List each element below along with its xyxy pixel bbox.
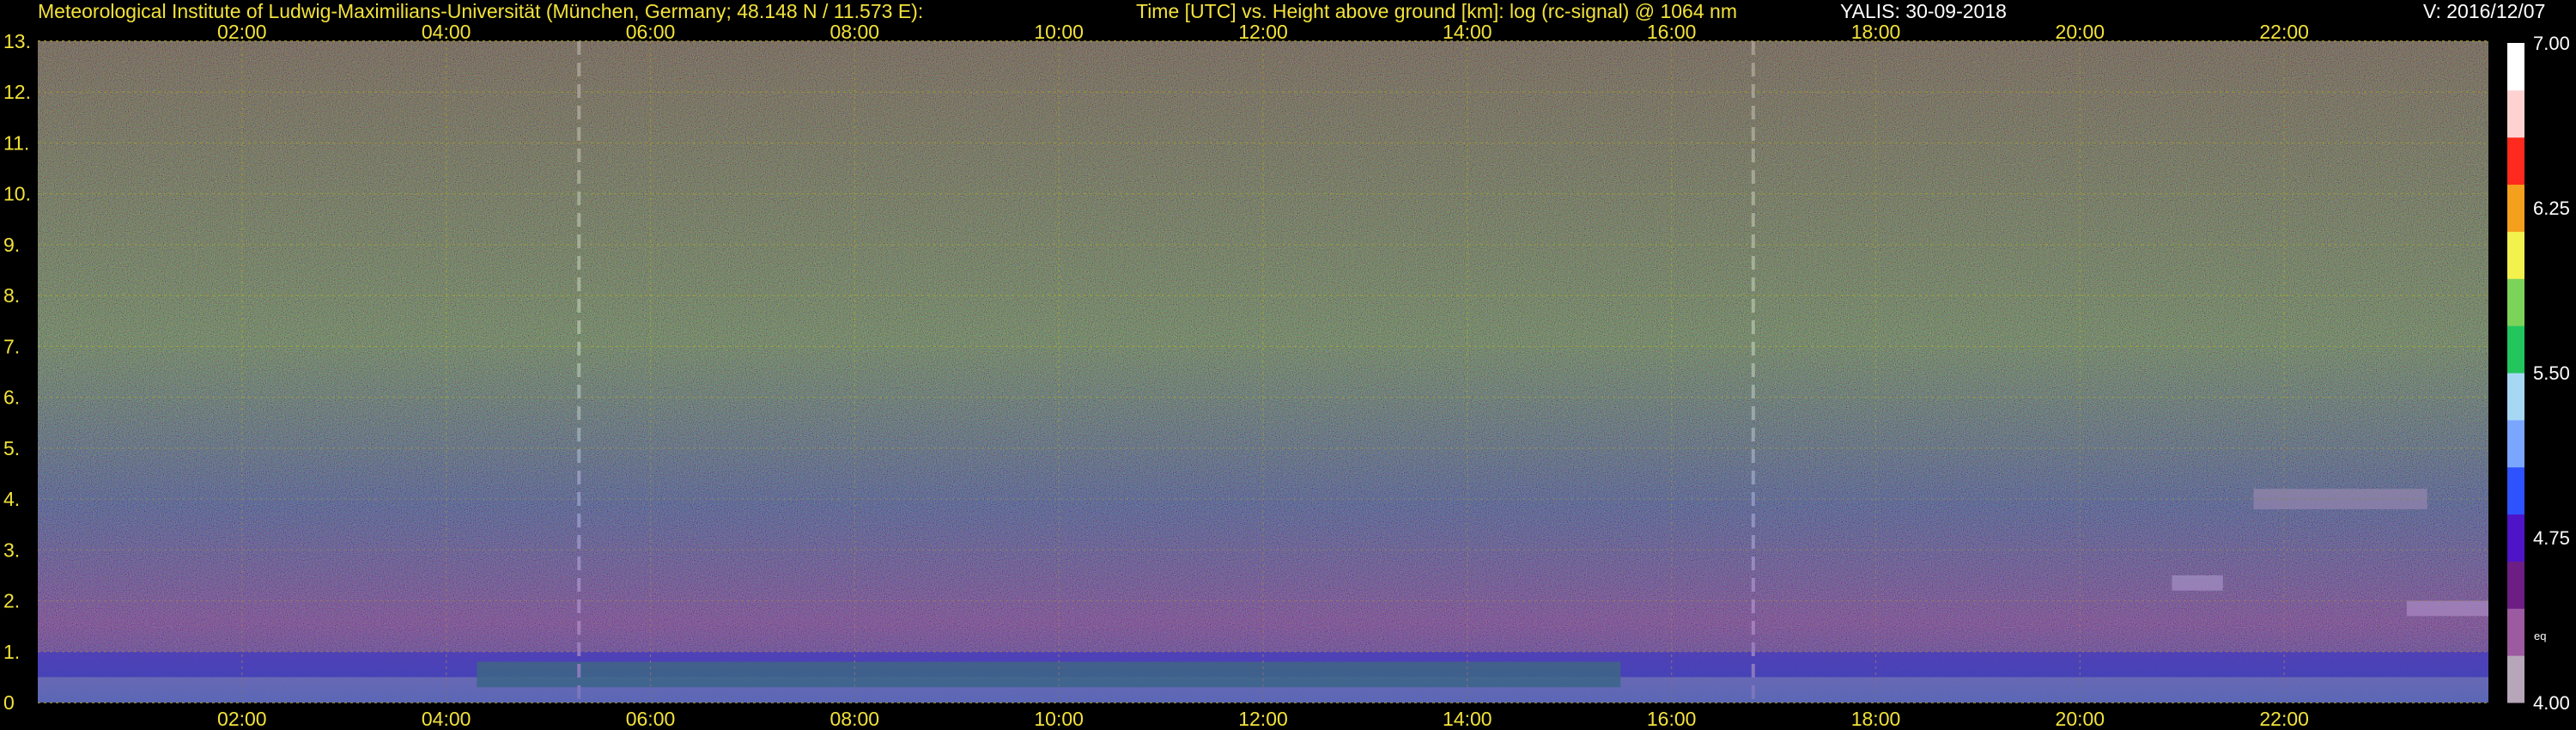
x-tick-label-top: 22:00 (2259, 21, 2309, 43)
colorbar-segment (2507, 373, 2524, 421)
colorbar-unit-label: eq (2534, 630, 2546, 642)
colorbar-segment (2507, 325, 2524, 374)
colorbar-tick-label: 7.00 (2533, 33, 2570, 54)
y-tick-label: 3. (3, 538, 20, 561)
x-tick-label-bottom: 22:00 (2259, 708, 2309, 730)
colorbar-segment (2507, 184, 2524, 232)
plot-title: Time [UTC] vs. Height above ground [km]:… (1136, 0, 1737, 22)
x-tick-label-top: 12:00 (1238, 21, 1288, 43)
y-tick-label: 12. (3, 81, 31, 103)
colorbar-segment (2507, 137, 2524, 186)
colorbar-tick-label: 6.25 (2533, 198, 2570, 219)
x-tick-label-bottom: 06:00 (626, 708, 676, 730)
colorbar-tick-label: 4.00 (2533, 692, 2570, 714)
colorbar-segment (2507, 419, 2524, 468)
colorbar-segment (2507, 655, 2524, 703)
colorbar-segment (2507, 278, 2524, 326)
x-tick-label-bottom: 18:00 (1851, 708, 1901, 730)
colorbar-segment (2507, 231, 2524, 279)
x-tick-label-top: 08:00 (830, 21, 880, 43)
x-tick-label-bottom: 10:00 (1034, 708, 1084, 730)
y-tick-label: 9. (3, 234, 20, 256)
x-tick-label-bottom: 04:00 (422, 708, 471, 730)
x-tick-label-top: 14:00 (1443, 21, 1492, 43)
institute-label: Meteorological Institute of Ludwig-Maxim… (38, 0, 924, 22)
colorbar-segment (2507, 466, 2524, 515)
x-tick-label-top: 20:00 (2056, 21, 2105, 43)
colorbar-segment (2507, 561, 2524, 609)
x-tick-label-top: 04:00 (422, 21, 471, 43)
x-tick-label-top: 10:00 (1034, 21, 1084, 43)
x-tick-label-top: 16:00 (1647, 21, 1697, 43)
height-tint (38, 41, 2488, 703)
x-tick-label-bottom: 02:00 (217, 708, 267, 730)
lidar-chart: 02:00 04:00 06:00 08:00 10:00 12:00 14:00 16:00… (0, 0, 2576, 730)
x-tick-label-bottom: 20:00 (2056, 708, 2105, 730)
colorbar-segment (2507, 514, 2524, 562)
y-tick-label: 1. (3, 641, 20, 663)
x-tick-label-bottom: 08:00 (830, 708, 880, 730)
instrument-date: YALIS: 30-09-2018 (1840, 0, 2007, 22)
y-tick-label: 13. (3, 30, 31, 52)
colorbar-segment (2507, 608, 2524, 656)
version-label: V: 2016/12/07 (2423, 0, 2546, 22)
x-tick-label-bottom: 12:00 (1238, 708, 1288, 730)
y-tick-label: 5. (3, 437, 20, 459)
plot-area (38, 40, 2488, 703)
y-tick-label: 7. (3, 335, 20, 357)
x-tick-label-bottom: 16:00 (1647, 708, 1697, 730)
x-tick-label-top: 02:00 (217, 21, 267, 43)
colorbar-tick-label: 5.50 (2533, 362, 2570, 384)
y-tick-label: 8. (3, 284, 20, 307)
x-tick-label-top: 18:00 (1851, 21, 1901, 43)
y-tick-label: 10. (3, 183, 31, 205)
colorbar-segment (2507, 43, 2524, 91)
x-tick-label-bottom: 14:00 (1443, 708, 1492, 730)
x-tick-label-top: 06:00 (626, 21, 676, 43)
y-tick-label: 2. (3, 590, 20, 612)
colorbar-segment (2507, 89, 2524, 138)
y-tick-label: 0 (3, 691, 15, 714)
y-tick-label: 6. (3, 386, 20, 409)
y-tick-label: 4. (3, 488, 20, 510)
colorbar-tick-label: 4.75 (2533, 527, 2570, 549)
y-tick-label: 11. (3, 131, 29, 154)
